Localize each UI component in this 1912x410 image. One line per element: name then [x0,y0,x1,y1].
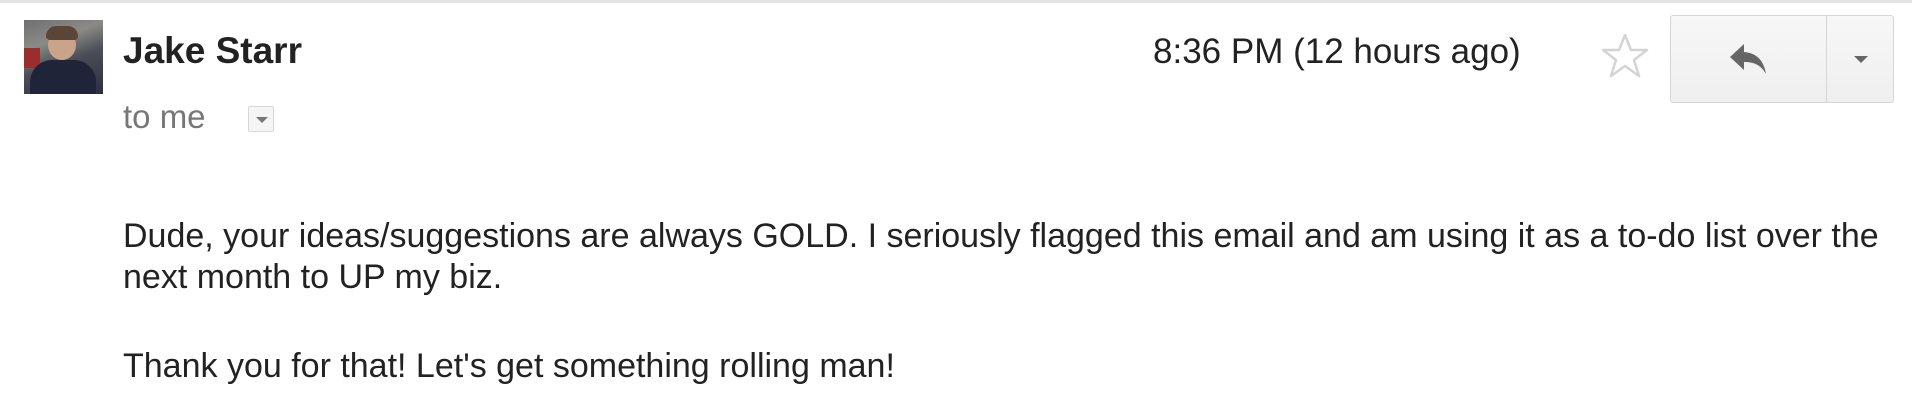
show-details-button[interactable] [248,106,274,132]
reply-button[interactable] [1671,16,1827,102]
message-body: Dude, your ideas/suggestions are always … [123,216,1883,387]
reply-button-group [1670,15,1894,103]
avatar-figure-hair [46,26,78,40]
chevron-down-icon [1854,56,1868,63]
sender-name[interactable]: Jake Starr [123,30,302,72]
show-details-icon [256,117,268,123]
reply-arrow-icon [1730,44,1766,74]
recipient-label: to me [123,98,206,135]
email-message: Jake Starr to me 8:36 PM (12 hours ago) … [0,0,1912,410]
message-timestamp: 8:36 PM (12 hours ago) [1153,32,1521,71]
more-actions-button[interactable] [1827,16,1893,102]
star-outline-icon[interactable] [1600,32,1650,80]
divider [0,0,1912,3]
message-paragraph: Dude, your ideas/suggestions are always … [123,217,1879,296]
avatar-figure-body [30,60,96,94]
sender-avatar[interactable] [24,20,103,94]
message-paragraph: Thank you for that! Let's get something … [123,347,895,385]
